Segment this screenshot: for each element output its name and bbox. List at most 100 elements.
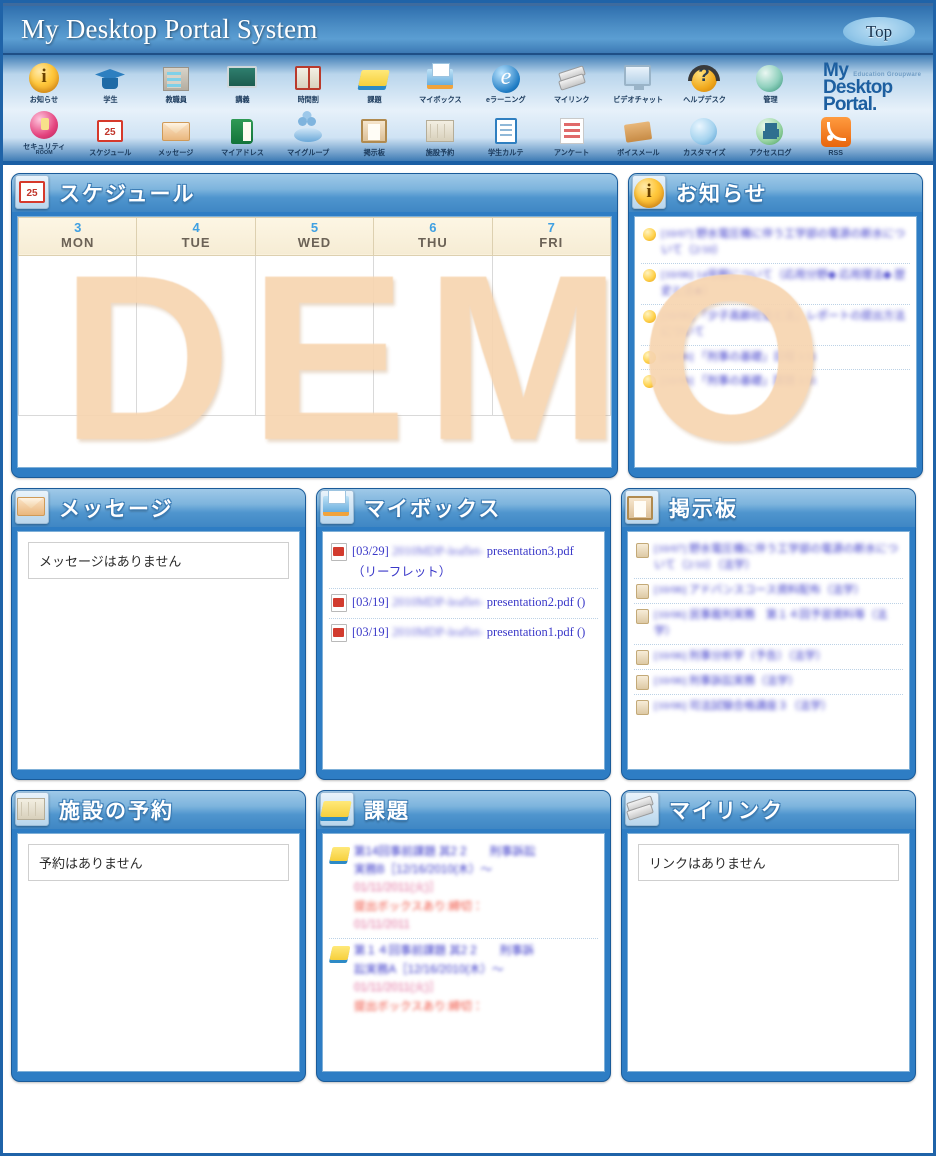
news-item-text[interactable]: [10/06] 「刑事の基礎」日程 1/11 bbox=[661, 349, 817, 366]
schedule-day-header[interactable]: 6THU bbox=[374, 217, 492, 255]
panel-header-news: お知らせ bbox=[629, 174, 922, 212]
toolbar-item-graduation-cap[interactable]: 学生 bbox=[77, 61, 143, 106]
bbs-item-text[interactable]: [10/06] 刑事分析学（予告）（法学） bbox=[654, 648, 827, 665]
mybox-item-filename[interactable]: presentation1.pdf () bbox=[484, 625, 586, 639]
news-list-item[interactable]: [10/06] 14号館について（応用分野◆ 応用理法◆ 歴史と法◆） bbox=[641, 264, 910, 305]
student-record-icon bbox=[488, 114, 524, 148]
schedule-day-header[interactable]: 5WED bbox=[255, 217, 373, 255]
news-list-item[interactable]: [10/06] 「刑事の基礎」課題 1/11 bbox=[641, 370, 910, 394]
assignment-list-item[interactable]: 第14回事前課題 其2 2 刑事訴訟実務B［12/16/2010(木）～01/1… bbox=[329, 840, 598, 940]
news-list-item[interactable]: [10/06] 「刑事の基礎」日程 1/11 bbox=[641, 346, 910, 371]
mybox-item-text[interactable]: [03/19] 2010MDP-leaflet- presentation2.p… bbox=[352, 592, 585, 614]
toolbar-item-schedule-calendar[interactable]: スケジュール bbox=[77, 114, 143, 159]
toolbar-item-voicemail[interactable]: ボイスメール bbox=[605, 114, 671, 159]
assignment-item-text[interactable]: 第14回事前課題 其2 2 刑事訴訟実務B［12/16/2010(木）～01/1… bbox=[354, 843, 535, 935]
schedule-day-cell[interactable] bbox=[492, 255, 610, 415]
panel-body-message: メッセージはありません bbox=[17, 531, 300, 770]
toolbar-item-admin-globe[interactable]: 管理 bbox=[737, 61, 803, 106]
assignment-text-line: 訟実務A［12/16/2010(木）～ bbox=[354, 961, 534, 979]
assignment-text-line: 01/11/2011(火)］ bbox=[354, 979, 534, 997]
toolbar-item-info-ball[interactable]: お知らせ bbox=[11, 61, 77, 106]
schedule-day-header[interactable]: 7FRI bbox=[492, 217, 610, 255]
mybox-list-item[interactable]: [03/19] 2010MDP-leaflet- presentation2.p… bbox=[329, 589, 598, 619]
top-button[interactable]: Top bbox=[843, 17, 915, 46]
schedule-day-header[interactable]: 3MON bbox=[19, 217, 137, 255]
toolbar-item-video-chat[interactable]: ビデオチャット bbox=[605, 61, 671, 106]
mybox-item-filename[interactable]: presentation2.pdf () bbox=[484, 595, 586, 609]
news-list-item[interactable]: [10/07] 野水電圧機に伴う工学部の電源の断水について（2/10） bbox=[641, 223, 910, 264]
panel-title-facility: 施設の予約 bbox=[59, 795, 174, 825]
assignment-item-text[interactable]: 第１４回事前課題 其2 2 刑事訴訟実務A［12/16/2010(木）～01/1… bbox=[354, 942, 534, 1016]
toolbar-item-label: マイグループ bbox=[287, 149, 329, 157]
news-item-text[interactable]: [10/07] 野水電圧機に伴う工学部の電源の断水について（2/10） bbox=[661, 226, 908, 259]
panel-header-bbs: 掲示板 bbox=[622, 489, 915, 527]
schedule-day-cell[interactable] bbox=[19, 255, 137, 415]
bbs-item-text[interactable]: [10/06] 刑事訴訟実務（法学） bbox=[654, 673, 799, 690]
bbs-list-item[interactable]: [10/06] 刑事分析学（予告）（法学） bbox=[634, 645, 903, 670]
assignment-list-item[interactable]: 第１４回事前課題 其2 2 刑事訴訟実務A［12/16/2010(木）～01/1… bbox=[329, 939, 598, 1020]
panel-message: メッセージ メッセージはありません bbox=[11, 488, 306, 780]
toolbar-item-label: ボイスメール bbox=[617, 149, 660, 157]
toolbar-item-elearning[interactable]: eラーニング bbox=[473, 61, 539, 106]
news-bullet-icon bbox=[643, 269, 656, 282]
toolbar-item-survey[interactable]: アンケート bbox=[539, 114, 605, 159]
helpdesk-icon bbox=[686, 61, 722, 95]
toolbar-item-lecture-board[interactable]: 講義 bbox=[209, 61, 275, 106]
mybox-list-item[interactable]: [03/29] 2010MDP-leaflet- presentation3.p… bbox=[329, 538, 598, 590]
bbs-list-item[interactable]: [10/07] 野水電圧機に伴う工学部の電源の断水について（2/10）（法学） bbox=[634, 538, 903, 579]
bbs-item-text[interactable]: [10/06] アドバンスコース資料配布（法学） bbox=[654, 582, 865, 599]
bbs-bullet-icon bbox=[636, 650, 649, 665]
news-item-text[interactable]: [10/06] 「少子高齢社会と法」レポートの提出方法について bbox=[661, 308, 908, 341]
news-item-text[interactable]: [10/06] 14号館について（応用分野◆ 応用理法◆ 歴史と法◆） bbox=[661, 267, 908, 300]
toolbar-item-label: 掲示板 bbox=[363, 149, 384, 157]
bbs-list-item[interactable]: [10/06] アドバンスコース資料配布（法学） bbox=[634, 579, 903, 604]
toolbar-item-faculty-building[interactable]: 教職員 bbox=[143, 61, 209, 106]
bbs-list-item[interactable]: [10/06] 司法試験合格講座３（法学） bbox=[634, 695, 903, 719]
toolbar-item-security-room[interactable]: セキュリティROOM bbox=[11, 108, 77, 159]
toolbar-item-mybox[interactable]: マイボックス bbox=[407, 61, 473, 106]
schedule-day-number: 3 bbox=[19, 221, 136, 235]
mybox-item-text[interactable]: [03/19] 2010MDP-leaflet- presentation1.p… bbox=[352, 622, 585, 644]
toolbar-item-helpdesk[interactable]: ヘルプデスク bbox=[671, 61, 737, 106]
assignment-text-line: 01/11/2011(火)］ bbox=[354, 879, 535, 897]
content-row-2: メッセージ メッセージはありません マイボックス [03/29] 2010MDP… bbox=[11, 488, 925, 780]
mybox-item-date: [03/19] bbox=[352, 625, 392, 639]
mdp-logo: My Education Groupware Desktop Portal. bbox=[819, 61, 927, 127]
info-ball-icon bbox=[26, 61, 62, 95]
bbs-item-text[interactable]: [10/06] 民事裁判実務 第１４回予習資料等（法学） bbox=[654, 607, 901, 640]
toolbar-item-message-envelope[interactable]: メッセージ bbox=[143, 114, 209, 159]
news-list: [10/07] 野水電圧機に伴う工学部の電源の断水について（2/10） [10/0… bbox=[635, 217, 916, 398]
bbs-list-item[interactable]: [10/06] 民事裁判実務 第１４回予習資料等（法学） bbox=[634, 604, 903, 645]
schedule-day-cell[interactable] bbox=[374, 255, 492, 415]
mybox-list-item[interactable]: [03/19] 2010MDP-leaflet- presentation1.p… bbox=[329, 619, 598, 648]
assignment-text-line: 提出ボックスあり:締切： bbox=[354, 998, 534, 1016]
app-header: My Desktop Portal System Top bbox=[3, 3, 933, 55]
assignment-text-line: 提出ボックスあり:締切： bbox=[354, 898, 535, 916]
mylink-empty-text: リンクはありません bbox=[638, 844, 899, 881]
toolbar-item-mylink[interactable]: マイリンク bbox=[539, 61, 605, 106]
bbs-item-text[interactable]: [10/07] 野水電圧機に伴う工学部の電源の断水について（2/10）（法学） bbox=[654, 541, 901, 574]
toolbar-item-assignment-note[interactable]: 課題 bbox=[341, 61, 407, 106]
toolbar-item-myaddress-book[interactable]: マイアドレス bbox=[209, 114, 275, 159]
news-list-item[interactable]: [10/06] 「少子高齢社会と法」レポートの提出方法について bbox=[641, 305, 910, 346]
schedule-day-name: WED bbox=[256, 235, 373, 250]
toolbar-item-mygroup[interactable]: マイグループ bbox=[275, 114, 341, 159]
toolbar-item-facility-reservation[interactable]: 施設予約 bbox=[407, 114, 473, 159]
toolbar-item-customize[interactable]: カスタマイズ bbox=[671, 114, 737, 159]
customize-icon bbox=[686, 114, 722, 148]
icon-toolbar: お知らせ学生教職員講義時間割課題マイボックスeラーニングマイリンクビデオチャット… bbox=[3, 55, 933, 165]
news-item-text[interactable]: [10/06] 「刑事の基礎」課題 1/11 bbox=[661, 373, 817, 390]
bbs-item-text[interactable]: [10/06] 司法試験合格講座３（法学） bbox=[654, 698, 832, 715]
toolbar-item-student-record[interactable]: 学生カルテ bbox=[473, 114, 539, 159]
news-bullet-icon bbox=[643, 310, 656, 323]
schedule-day-header[interactable]: 4TUE bbox=[137, 217, 255, 255]
toolbar-item-bulletin-board[interactable]: 掲示板 bbox=[341, 114, 407, 159]
toolbar-item-access-log[interactable]: アクセスログ bbox=[737, 114, 803, 159]
mybox-item-text[interactable]: [03/29] 2010MDP-leaflet- presentation3.p… bbox=[352, 541, 596, 585]
panel-title-schedule: スケジュール bbox=[59, 178, 196, 208]
schedule-day-cell[interactable] bbox=[137, 255, 255, 415]
bbs-list-item[interactable]: [10/06] 刑事訴訟実務（法学） bbox=[634, 670, 903, 695]
access-log-icon bbox=[752, 114, 788, 148]
toolbar-item-timetable-book[interactable]: 時間割 bbox=[275, 61, 341, 106]
schedule-day-cell[interactable] bbox=[255, 255, 373, 415]
